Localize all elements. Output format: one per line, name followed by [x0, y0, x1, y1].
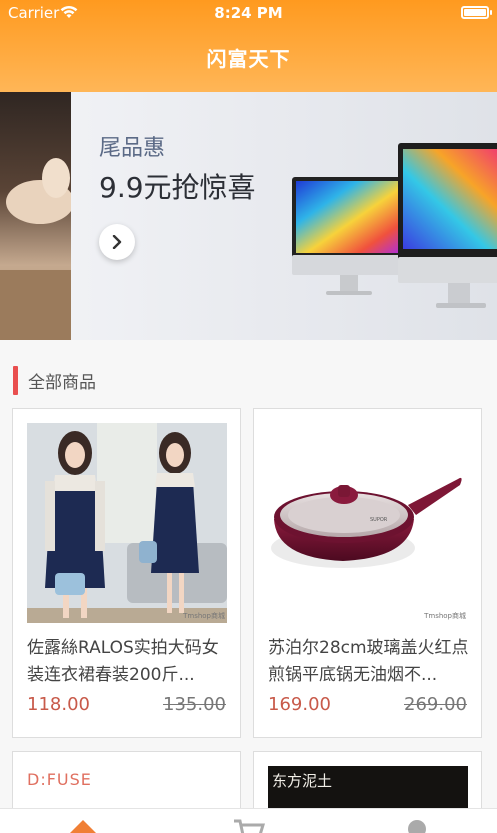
- banner-subtitle: 尾品惠: [99, 136, 166, 161]
- banner-next-button[interactable]: [99, 224, 135, 260]
- home-icon[interactable]: [66, 817, 100, 833]
- product-card[interactable]: SUPOR Tmshop商城 苏泊尔28cm玻璃盖火红点煎锅平底锅无油烟不...…: [253, 408, 482, 738]
- image-watermark: Tmshop商城: [424, 612, 466, 620]
- profile-icon[interactable]: [400, 817, 434, 833]
- product-name: 苏泊尔28cm玻璃盖火红点煎锅平底锅无油烟不...: [268, 638, 469, 685]
- banner-side-image: [0, 92, 74, 340]
- status-time: 8:24 PM: [214, 4, 283, 22]
- product-price: 169.00: [268, 694, 331, 715]
- battery-tip: [490, 10, 492, 15]
- section-header: 全部商品: [0, 356, 497, 396]
- tab-bar: [0, 808, 497, 833]
- product-image: SUPOR Tmshop商城: [268, 423, 468, 623]
- product-image: Tmshop商城: [27, 423, 227, 623]
- status-bar: Carrier 8:24 PM: [0, 0, 497, 28]
- image-watermark: Tmshop商城: [183, 612, 225, 620]
- section-accent-bar: [13, 366, 18, 395]
- product-old-price: 269.00: [404, 694, 467, 715]
- brand-logo-text: D:FUSE: [27, 770, 92, 789]
- product-card[interactable]: Tmshop商城 佐露絲RALOS实拍大码女装连衣裙春装200斤... 118.…: [12, 408, 241, 738]
- promo-banner[interactable]: 尾品惠 9.9元抢惊喜: [0, 92, 497, 340]
- chevron-right-icon: [112, 235, 122, 249]
- header: Carrier 8:24 PM 闪富天下: [0, 0, 497, 92]
- product-old-price: 135.00: [163, 694, 226, 715]
- section-title: 全部商品: [28, 373, 96, 393]
- product-name: 佐露絲RALOS实拍大码女装连衣裙春装200斤...: [27, 638, 219, 685]
- cart-icon[interactable]: [232, 817, 266, 833]
- product-price: 118.00: [27, 694, 90, 715]
- svg-text:SUPOR: SUPOR: [370, 517, 388, 523]
- imac-image: [292, 143, 497, 308]
- brand-logo-text: 东方泥土: [272, 772, 333, 790]
- battery-icon: [461, 6, 489, 19]
- page-title: 闪富天下: [206, 47, 291, 71]
- banner-headline: 9.9元抢惊喜: [99, 171, 256, 204]
